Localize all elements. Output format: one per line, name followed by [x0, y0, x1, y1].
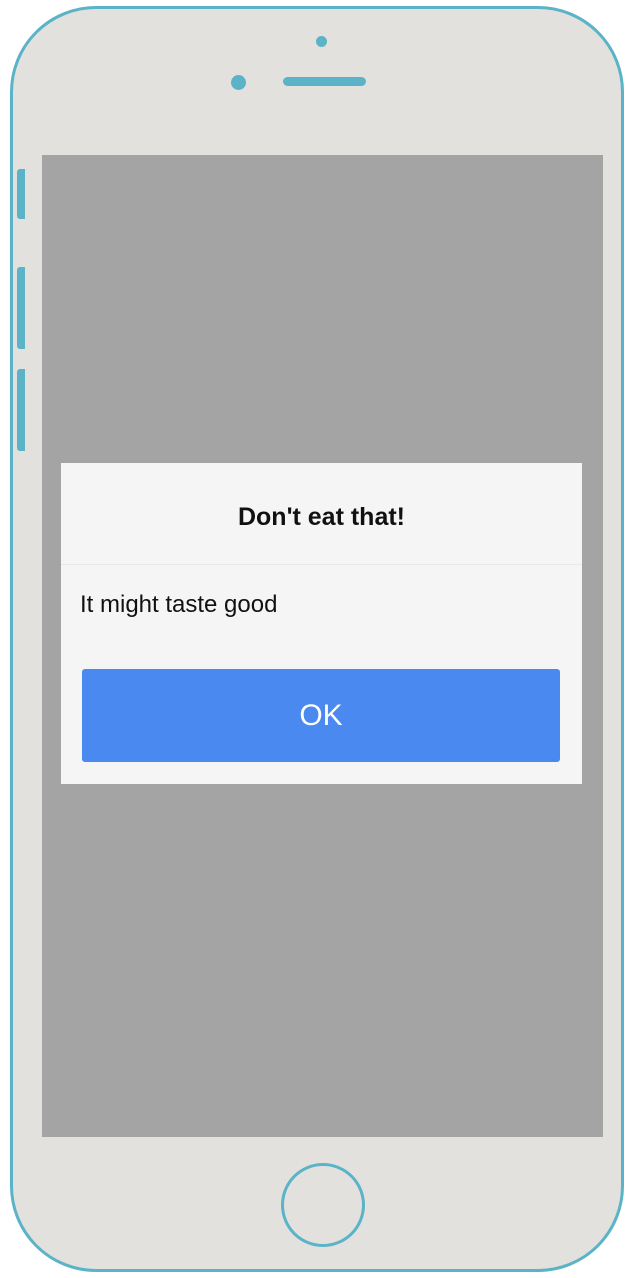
volume-down-button [17, 369, 25, 451]
camera-dot-icon [316, 36, 327, 47]
home-button-icon[interactable] [281, 1163, 365, 1247]
dialog-message: It might taste good [80, 591, 278, 618]
speaker-grille-icon [283, 77, 366, 86]
sensor-dot-icon [231, 75, 246, 90]
alert-dialog: Don't eat that! It might taste good OK [61, 463, 582, 784]
dialog-header: Don't eat that! [61, 463, 582, 565]
dialog-title: Don't eat that! [237, 503, 406, 531]
ok-button[interactable]: OK [82, 669, 560, 762]
volume-up-button [17, 267, 25, 349]
mute-switch [17, 169, 25, 219]
